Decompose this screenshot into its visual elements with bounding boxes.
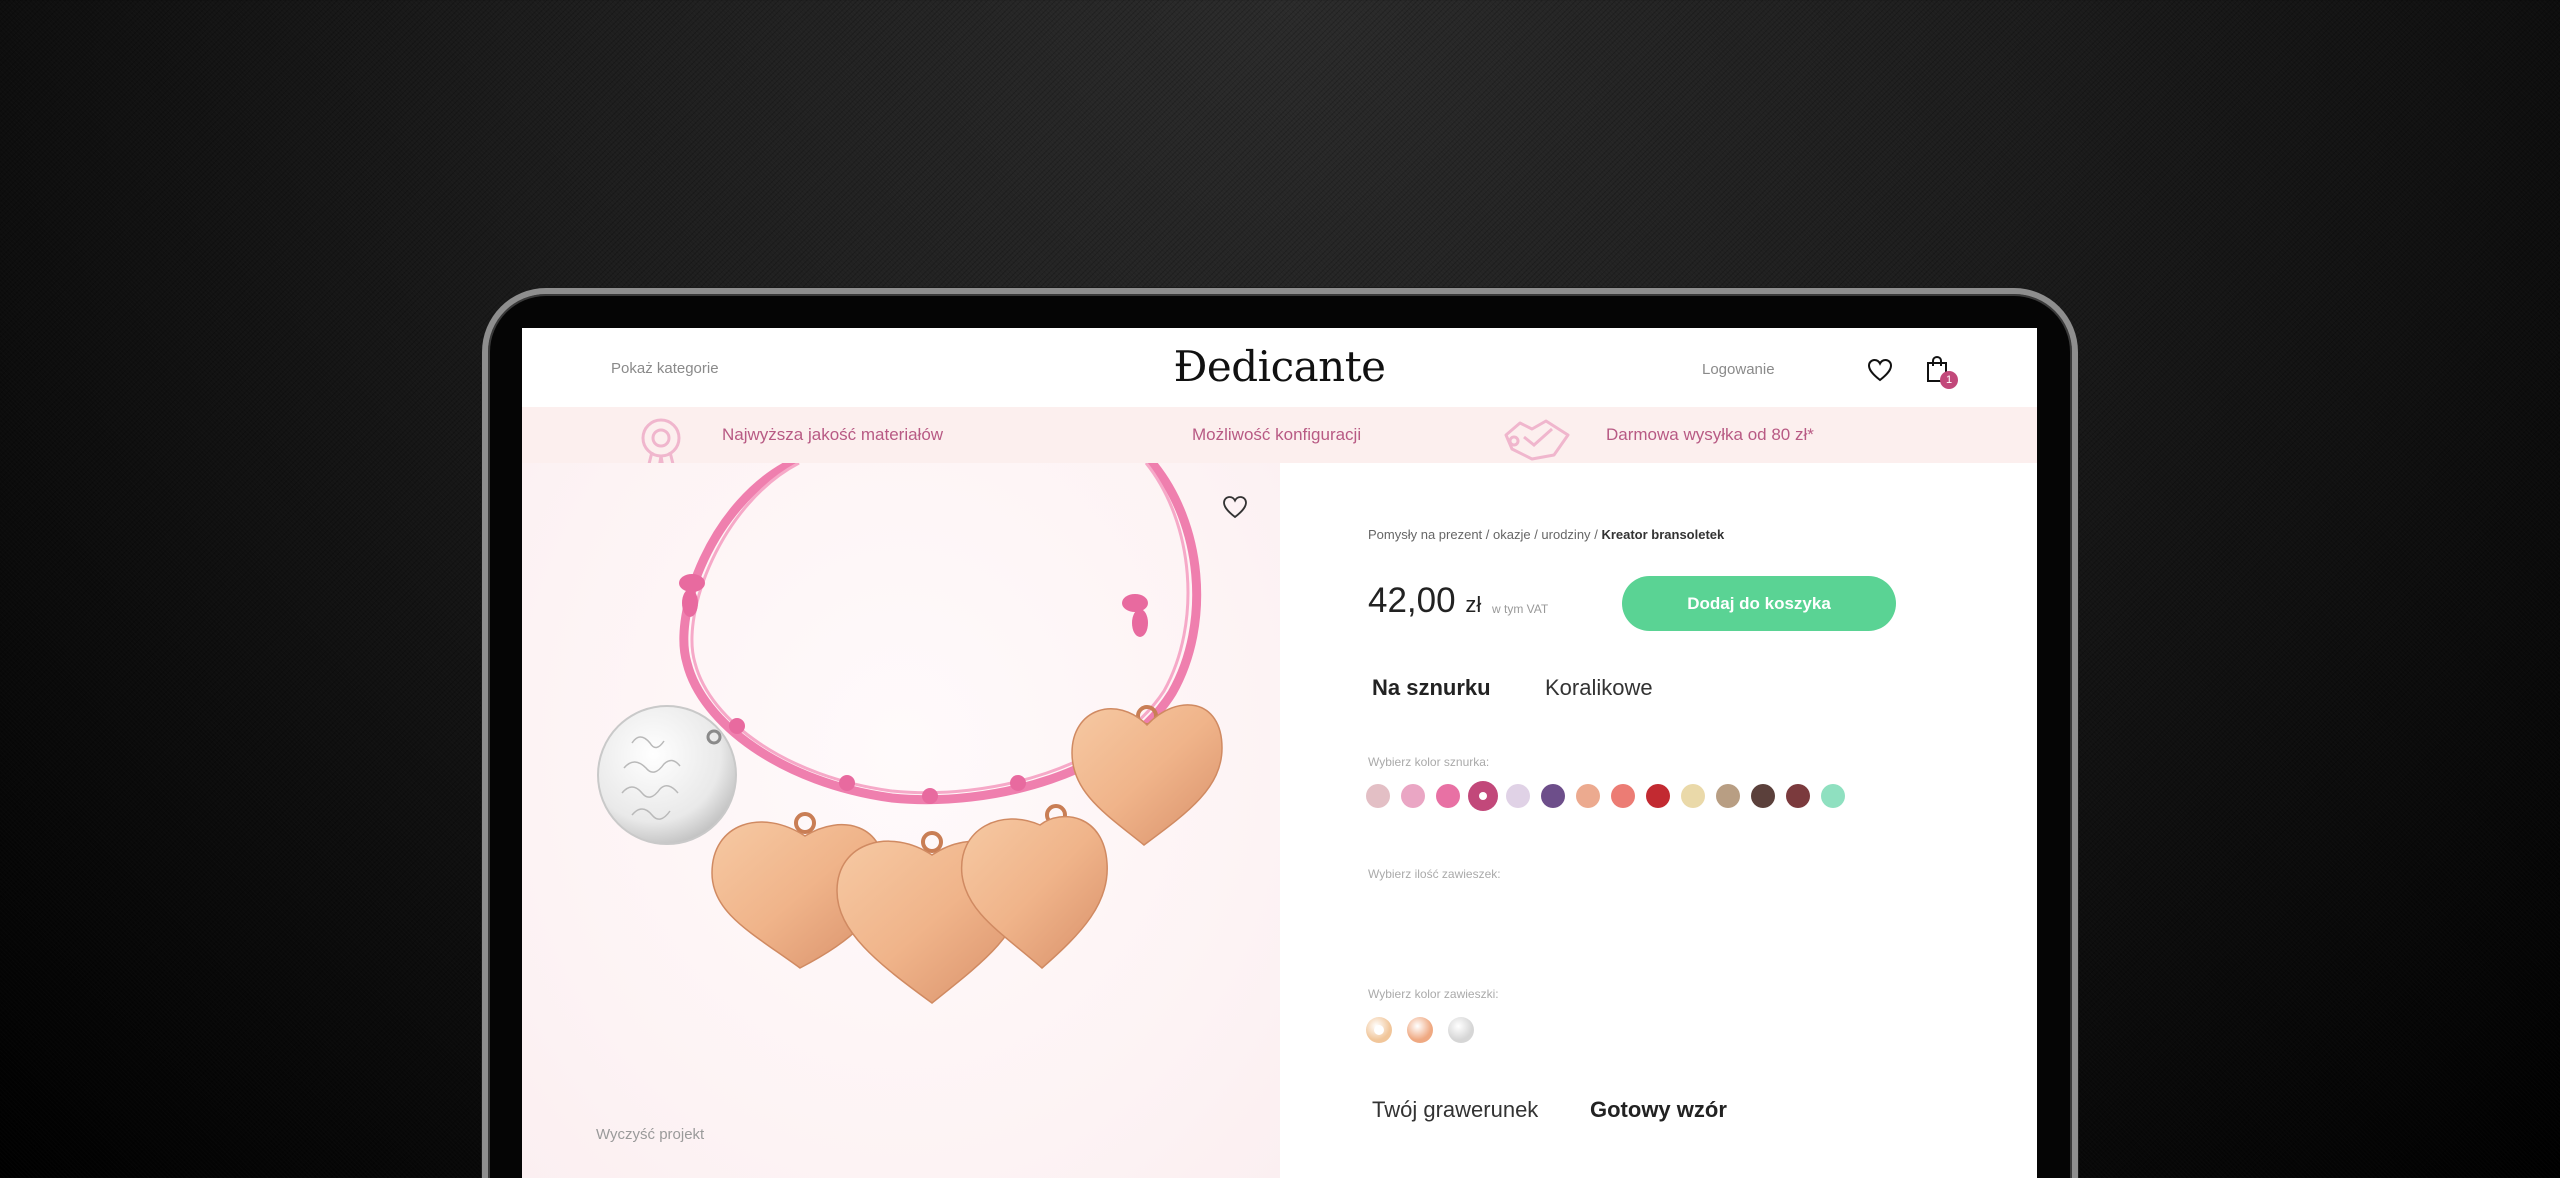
benefits-bar: Najwyższa jakość materiałów Możliwość ko… [522, 407, 2037, 476]
cord-color-swatch[interactable] [1401, 784, 1425, 808]
tab-own-engraving[interactable]: Twój grawerunek [1372, 1097, 1538, 1123]
cord-color-swatch[interactable] [1576, 784, 1600, 808]
cord-color-swatches [1366, 784, 1866, 814]
add-to-cart-button[interactable]: Dodaj do koszyka [1622, 576, 1896, 631]
benefit-free-shipping: Darmowa wysyłka od 80 zł* [1606, 425, 1814, 444]
cord-color-swatch[interactable] [1681, 784, 1705, 808]
product-image-area: Wyczyść projekt [522, 463, 1280, 1178]
cord-color-swatch[interactable] [1751, 784, 1775, 808]
pendant-color-swatch[interactable] [1407, 1017, 1433, 1043]
benefit-quality: Najwyższa jakość materiałów [722, 425, 944, 444]
product-config-panel: Pomysły na prezent / okazje / urodziny /… [1280, 463, 2037, 1178]
browser-viewport: Pokaż kategorie Ðedicante Logowanie 1 Na… [522, 328, 2037, 1178]
tab-ready-pattern[interactable]: Gotowy wzór [1590, 1097, 1727, 1123]
bracelet-preview-image [597, 463, 1223, 1004]
site-header: Pokaż kategorie Ðedicante Logowanie 1 [522, 328, 2037, 407]
pendant-color-swatch[interactable] [1366, 1017, 1392, 1043]
cord-color-swatch[interactable] [1471, 784, 1495, 808]
add-to-wishlist-heart-icon[interactable] [1222, 495, 1248, 519]
cord-color-swatch[interactable] [1716, 784, 1740, 808]
breadcrumb: Pomysły na prezent / okazje / urodziny /… [1368, 527, 1724, 542]
cart-count-badge: 1 [1940, 371, 1958, 389]
wishlist-heart-icon[interactable] [1867, 358, 1893, 382]
price-currency: zł [1465, 592, 1482, 617]
cord-color-label: Wybierz kolor sznurka: [1368, 755, 1490, 769]
pendant-color-swatch[interactable] [1448, 1017, 1474, 1043]
pendant-color-swatches [1366, 1017, 1506, 1047]
cord-color-swatch[interactable] [1541, 784, 1565, 808]
login-link[interactable]: Logowanie [1702, 361, 1775, 378]
price-value: 42,00 [1368, 581, 1456, 620]
clear-project-link[interactable]: Wyczyść projekt [596, 1126, 704, 1143]
tab-na-sznurku[interactable]: Na sznurku [1372, 675, 1491, 701]
breadcrumb-path[interactable]: Pomysły na prezent / okazje / urodziny [1368, 527, 1591, 542]
cord-color-swatch[interactable] [1611, 784, 1635, 808]
product-price: 42,00 zł [1368, 581, 1481, 621]
tab-koralikowe[interactable]: Koralikowe [1545, 675, 1653, 701]
cord-color-swatch[interactable] [1366, 784, 1390, 808]
cord-color-swatch[interactable] [1646, 784, 1670, 808]
vat-note: w tym VAT [1492, 602, 1549, 616]
hands-icon [1504, 419, 1570, 461]
cord-color-swatch[interactable] [1786, 784, 1810, 808]
breadcrumb-current: Kreator bransoletek [1601, 527, 1725, 542]
pendant-count-label: Wybierz ilość zawieszek: [1368, 867, 1501, 881]
site-logo[interactable]: Ðedicante [522, 342, 2037, 391]
benefit-configuration: Możliwość konfiguracji [1192, 425, 1362, 444]
cord-color-swatch[interactable] [1821, 784, 1845, 808]
breadcrumb-separator: / [1594, 527, 1598, 542]
cord-color-swatch[interactable] [1436, 784, 1460, 808]
pendant-color-label: Wybierz kolor zawieszki: [1368, 987, 1499, 1001]
cord-color-swatch[interactable] [1506, 784, 1530, 808]
